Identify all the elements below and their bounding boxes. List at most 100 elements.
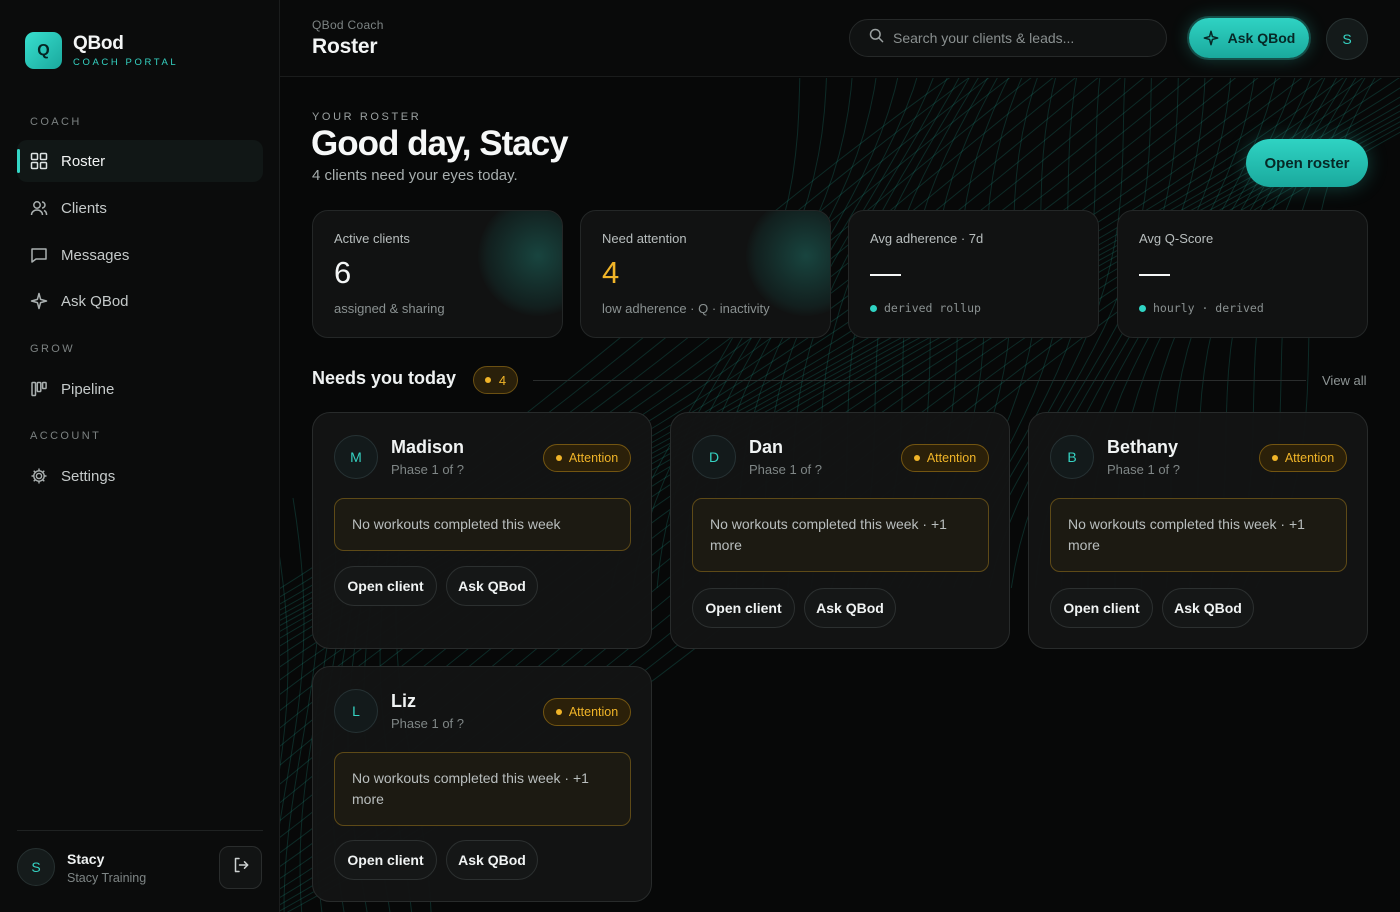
status-badge: Attention [901,444,989,472]
avatar: B [1050,435,1094,479]
sparkle-icon [1203,30,1219,46]
section-title: Needs you today [312,368,457,388]
client-card-dan: D Dan Phase 1 of ? Attention No workouts… [670,412,1010,649]
client-alert: No workouts completed this week · +1 mor… [1050,498,1347,572]
sidebar-item-roster[interactable]: Roster [17,140,263,182]
message-icon [30,246,48,264]
client-alert: No workouts completed this week · +1 mor… [692,498,989,572]
stat-label: Need attention [602,231,687,246]
open-client-button[interactable]: Open client [692,588,795,628]
client-card-bethany: B Bethany Phase 1 of ? Attention No work… [1028,412,1368,649]
brand[interactable]: Q QBod COACH PORTAL [25,32,178,69]
brand-logo: Q [25,32,62,69]
stat-value: — [1139,255,1170,290]
stat-value: 6 [334,255,352,290]
logout-button[interactable] [219,846,262,889]
client-phase: Phase 1 of ? [749,462,822,477]
open-client-button[interactable]: Open client [334,566,437,606]
open-client-button[interactable]: Open client [1050,588,1153,628]
sidebar-item-pipeline[interactable]: Pipeline [17,368,263,410]
nav-section-coach: COACH [30,116,82,128]
avatar: M [334,435,378,479]
main-content: YOUR ROSTER Good day, Stacy 4 clients ne… [280,78,1400,912]
stat-note: derived rollup [870,301,981,315]
ask-qbod-button[interactable]: Ask QBod [1162,588,1254,628]
warning-dot [555,709,562,715]
topbar: QBod Coach Roster Search your clients & … [280,0,1400,77]
attention-count: 4 [498,372,507,388]
warning-dot [484,377,491,383]
client-name[interactable]: Bethany [1107,437,1178,458]
sparkle-icon [30,292,48,310]
sidebar-item-label: Pipeline [61,380,115,398]
brand-name: QBod [73,33,124,54]
sidebar-item-label: Clients [61,199,107,217]
stat-label: Avg Q-Score [1139,231,1214,246]
search-placeholder: Search your clients & leads... [893,30,1075,46]
stat-card-need-attention: Need attention 4 low adherence · Q · ina… [580,210,831,338]
client-card-liz: L Liz Phase 1 of ? Attention No workouts… [312,666,652,902]
status-dot [870,304,877,312]
sidebar-item-label: Ask QBod [61,292,129,310]
stat-label: Active clients [334,231,410,246]
hero-greeting: Good day, Stacy [311,124,569,163]
logout-icon [232,856,250,879]
client-name[interactable]: Liz [391,691,416,712]
open-roster-button[interactable]: Open roster [1246,139,1368,187]
sidebar-item-ask-qbod[interactable]: Ask QBod [17,280,263,322]
stat-card-active-clients: Active clients 6 assigned & sharing [312,210,563,338]
warning-dot [913,455,920,461]
status-badge-label: Attention [926,451,977,465]
stat-value: 4 [602,255,620,290]
warning-dot [1271,455,1278,461]
status-badge: Attention [1259,444,1347,472]
hero-subtitle: 4 clients need your eyes today. [312,167,518,184]
sidebar-item-clients[interactable]: Clients [17,187,263,229]
status-badge-label: Attention [1284,451,1335,465]
stat-value: — [870,255,901,290]
client-phase: Phase 1 of ? [391,462,464,477]
breadcrumb[interactable]: QBod Coach [312,18,384,32]
stat-note-text: hourly · derived [1153,301,1264,315]
ask-qbod-button[interactable]: Ask QBod [446,566,538,606]
brand-subtitle: COACH PORTAL [73,57,179,68]
status-badge-label: Attention [568,705,619,719]
attention-count-badge: 4 [473,366,518,394]
stat-card-avg-adherence: Avg adherence · 7d — derived rollup [848,210,1099,338]
stat-note: low adherence · Q · inactivity [602,301,770,316]
stat-label: Avg adherence · 7d [870,231,984,246]
status-badge: Attention [543,444,631,472]
gear-icon [30,467,48,485]
ask-qbod-button[interactable]: Ask QBod [1189,18,1309,58]
stat-note: assigned & sharing [334,301,445,316]
ask-qbod-button[interactable]: Ask QBod [446,840,538,880]
profile-avatar[interactable]: S [1326,18,1368,60]
client-name[interactable]: Madison [391,437,464,458]
section-divider [533,380,1306,381]
avatar: L [334,689,378,733]
sidebar-divider [17,830,263,831]
stat-glow [478,211,562,316]
status-badge-label: Attention [568,451,619,465]
ask-qbod-label: Ask QBod [1227,30,1296,46]
open-client-button[interactable]: Open client [334,840,437,880]
sidebar-item-messages[interactable]: Messages [17,234,263,276]
stat-note: hourly · derived [1139,301,1264,315]
warning-dot [555,455,562,461]
nav-section-account: ACCOUNT [30,430,102,442]
view-all-link[interactable]: View all [1322,373,1367,388]
status-dot [1139,304,1146,312]
sidebar-item-label: Roster [61,152,106,170]
ask-qbod-button[interactable]: Ask QBod [804,588,896,628]
client-phase: Phase 1 of ? [391,716,464,731]
sidebar-item-settings[interactable]: Settings [17,455,263,497]
client-name[interactable]: Dan [749,437,783,458]
search-icon [869,28,884,48]
sidebar-item-label: Settings [61,467,116,485]
pipeline-icon [30,380,48,398]
user-avatar[interactable]: S [17,848,55,886]
nav-section-grow: GROW [30,343,76,355]
client-alert: No workouts completed this week [334,498,631,551]
stat-note-text: derived rollup [884,301,981,315]
search-input[interactable]: Search your clients & leads... [849,19,1167,57]
